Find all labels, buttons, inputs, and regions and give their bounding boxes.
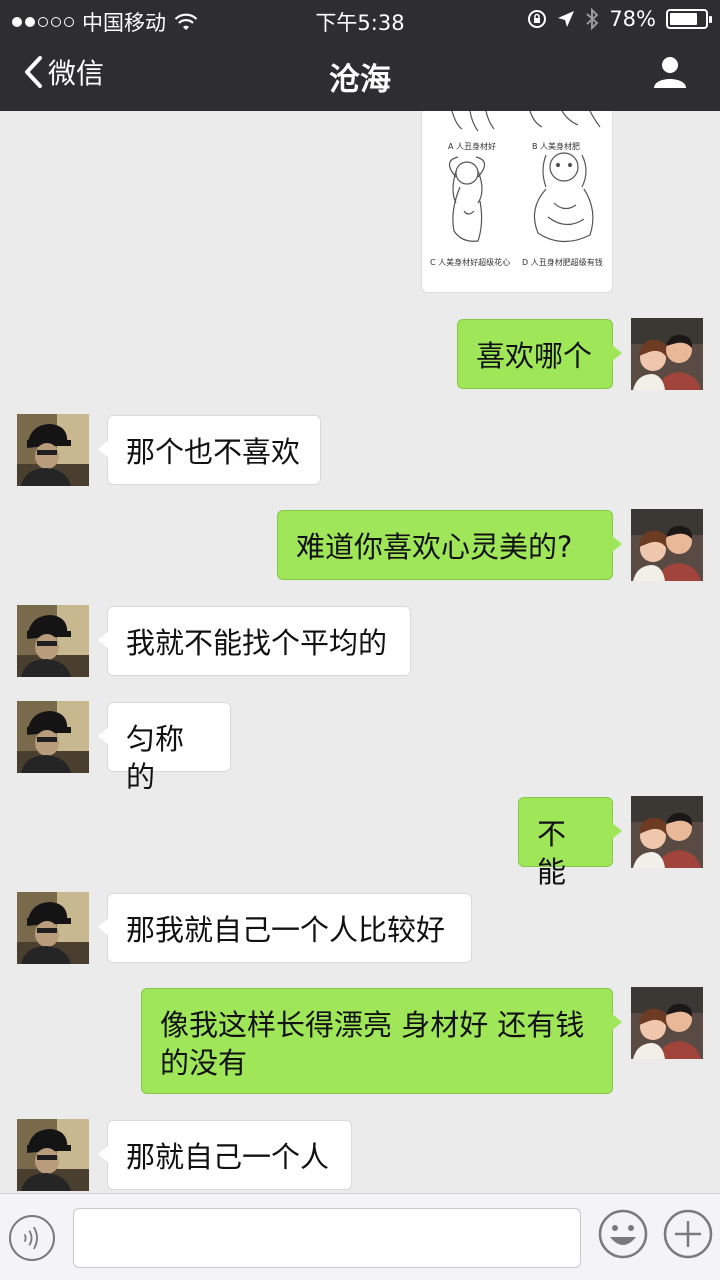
my-avatar[interactable] (631, 987, 703, 1059)
header: 中国移动 下午5:38 78% 微信 沧海 (0, 0, 720, 111)
message-bubble-incoming[interactable]: 我就不能找个平均的 (98, 606, 411, 676)
status-right: 78% (527, 7, 712, 31)
image-message[interactable]: A 人丑身材好 B 人美身材肥 C 人美身材好超级花心 D 人丑身材肥超级有钱 (421, 111, 613, 293)
my-avatar[interactable] (631, 509, 703, 581)
message-bubble-outgoing[interactable]: 难道你喜欢心灵美的? (277, 510, 622, 580)
message-row: 那就自己一个人 (0, 1119, 720, 1193)
message-bubble-outgoing[interactable]: 不能 (518, 797, 622, 889)
status-bar: 中国移动 下午5:38 78% (0, 0, 720, 38)
message-text: 匀称的 (126, 722, 185, 794)
message-text: 那就自己一个人 (126, 1140, 330, 1174)
message-bubble-incoming[interactable]: 匀称的 (98, 702, 231, 794)
message-bubble-incoming[interactable]: 那我就自己一个人比较好 (98, 893, 472, 963)
message-bubble-outgoing[interactable]: 像我这样长得漂亮 身材好 还有钱的没有 (141, 988, 622, 1094)
message-text: 像我这样长得漂亮 身材好 还有钱的没有 (160, 1008, 585, 1080)
battery-fill (670, 13, 697, 25)
more-options-plus-icon[interactable] (662, 1208, 714, 1260)
contact-profile-icon[interactable] (652, 54, 688, 90)
message-text: 难道你喜欢心灵美的? (296, 530, 573, 564)
my-avatar[interactable] (631, 318, 703, 390)
message-text: 那我就自己一个人比较好 (126, 913, 446, 947)
chat-area[interactable]: A 人丑身材好 B 人美身材肥 C 人美身材好超级花心 D 人丑身材肥超级有钱 … (0, 111, 720, 1193)
message-bubble-incoming[interactable]: 那就自己一个人 (98, 1120, 352, 1190)
contact-avatar[interactable] (17, 1119, 89, 1191)
message-row: 像我这样长得漂亮 身材好 还有钱的没有 (0, 987, 720, 1097)
message-bubble-incoming[interactable]: 那个也不喜欢 (98, 415, 321, 485)
message-row: 那个也不喜欢 (0, 414, 720, 488)
message-row: 难道你喜欢心灵美的? (0, 509, 720, 584)
bluetooth-icon (586, 8, 599, 30)
image-caption-a: A 人丑身材好 (448, 142, 497, 151)
voice-input-icon[interactable] (9, 1215, 55, 1261)
input-bar (0, 1193, 720, 1280)
message-row: 我就不能找个平均的 (0, 605, 720, 679)
message-text: 那个也不喜欢 (126, 435, 301, 469)
rotation-lock-icon (528, 10, 547, 28)
message-bubble-outgoing[interactable]: 喜欢哪个 (457, 319, 622, 389)
contact-avatar[interactable] (17, 701, 89, 773)
image-caption-d: D 人丑身材肥超级有钱 (522, 258, 603, 267)
chat-title: 沧海 (329, 62, 391, 98)
contact-avatar[interactable] (17, 892, 89, 964)
nav-bar: 微信 沧海 (0, 38, 720, 111)
my-avatar[interactable] (631, 796, 703, 868)
message-input[interactable] (73, 1208, 581, 1268)
message-row: 不能 (0, 796, 720, 889)
message-row: 匀称的 (0, 701, 720, 794)
emoji-icon[interactable] (597, 1208, 649, 1260)
contact-avatar[interactable] (17, 605, 89, 677)
message-row: 那我就自己一个人比较好 (0, 892, 720, 966)
location-arrow-icon (558, 11, 575, 27)
message-text: 我就不能找个平均的 (126, 626, 388, 660)
message-row: 喜欢哪个 (0, 318, 720, 393)
message-text: 不能 (537, 817, 567, 889)
image-caption-c: C 人美身材好超级花心 (430, 258, 511, 267)
message-text: 喜欢哪个 (476, 339, 593, 373)
battery-icon (666, 9, 712, 29)
contact-avatar[interactable] (17, 414, 89, 486)
image-caption-b: B 人美身材肥 (532, 142, 581, 151)
battery-percent: 78% (609, 7, 656, 31)
